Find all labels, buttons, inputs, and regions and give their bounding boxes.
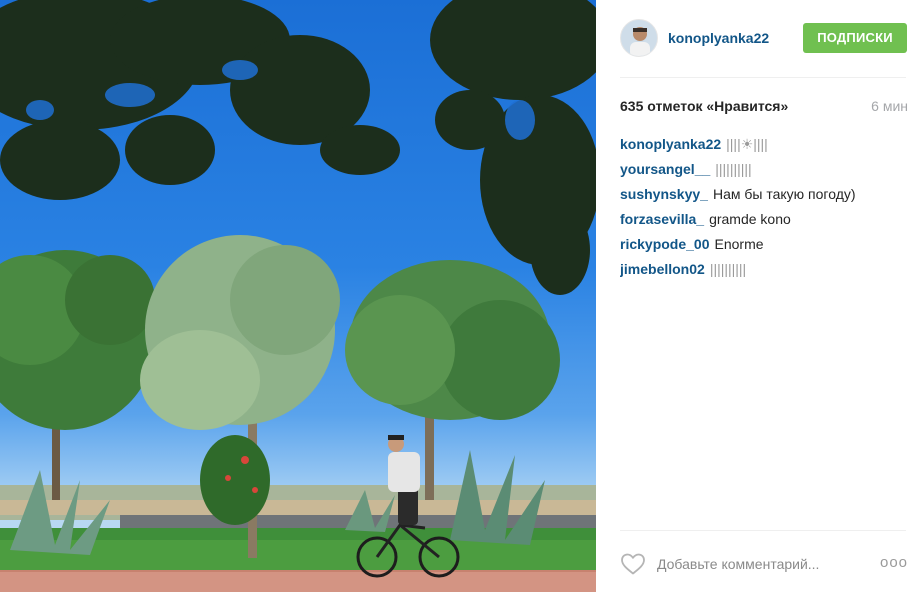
follow-button[interactable]: ПОДПИСКИ [803, 23, 907, 53]
post-meta: 635 отметок «Нравится» 6 мин [620, 98, 908, 116]
post-photo[interactable] [0, 0, 596, 592]
post-viewer: konoplyanka22 ПОДПИСКИ 635 отметок «Нрав… [0, 0, 921, 592]
header-divider [620, 77, 906, 78]
avatar-image [621, 20, 657, 56]
comment-text: gramde kono [709, 211, 791, 227]
post-header: konoplyanka22 ПОДПИСКИ [620, 17, 910, 61]
comment-input[interactable] [657, 554, 867, 574]
comment-text: ||||☀|||| [726, 136, 768, 152]
comment-author[interactable]: rickypode_00 [620, 236, 710, 252]
comment-item: forzasevilla_ gramde kono [620, 211, 910, 236]
comment-author[interactable]: konoplyanka22 [620, 136, 721, 152]
comment-author[interactable]: yoursangel__ [620, 161, 710, 177]
comment-author[interactable]: forzasevilla_ [620, 211, 704, 227]
comment-bar: ooo [620, 551, 910, 579]
comment-text: |||||||||| [715, 161, 752, 177]
more-options-icon[interactable]: ooo [880, 555, 908, 571]
comment-item: sushynskyy_ Нам бы такую погоду) [620, 186, 910, 211]
photo-scene [0, 0, 596, 592]
post-side-panel: konoplyanka22 ПОДПИСКИ 635 отметок «Нрав… [596, 0, 921, 592]
username-link[interactable]: konoplyanka22 [668, 30, 769, 46]
footer-divider [620, 530, 906, 531]
comment-item: yoursangel__ |||||||||| [620, 161, 910, 186]
comment-item: konoplyanka22 ||||☀|||| [620, 136, 910, 161]
comment-text: Нам бы такую погоду) [712, 186, 856, 202]
likes-count[interactable]: 635 отметок «Нравится» [620, 98, 788, 114]
comment-text: |||||||||| [709, 261, 747, 277]
comment-author[interactable]: sushynskyy_ [620, 186, 708, 202]
heart-outline-icon[interactable] [620, 552, 646, 576]
avatar[interactable] [620, 19, 658, 57]
comments-list: konoplyanka22 ||||☀|||| yoursangel__ |||||… [620, 136, 910, 286]
comment-item: rickypode_00 Enorme [620, 236, 910, 261]
comment-author[interactable]: jimebellon02 [620, 261, 705, 277]
post-time[interactable]: 6 мин [871, 98, 908, 114]
comment-text: Enorme [714, 236, 764, 252]
comment-item: jimebellon02 |||||||||| [620, 261, 910, 286]
